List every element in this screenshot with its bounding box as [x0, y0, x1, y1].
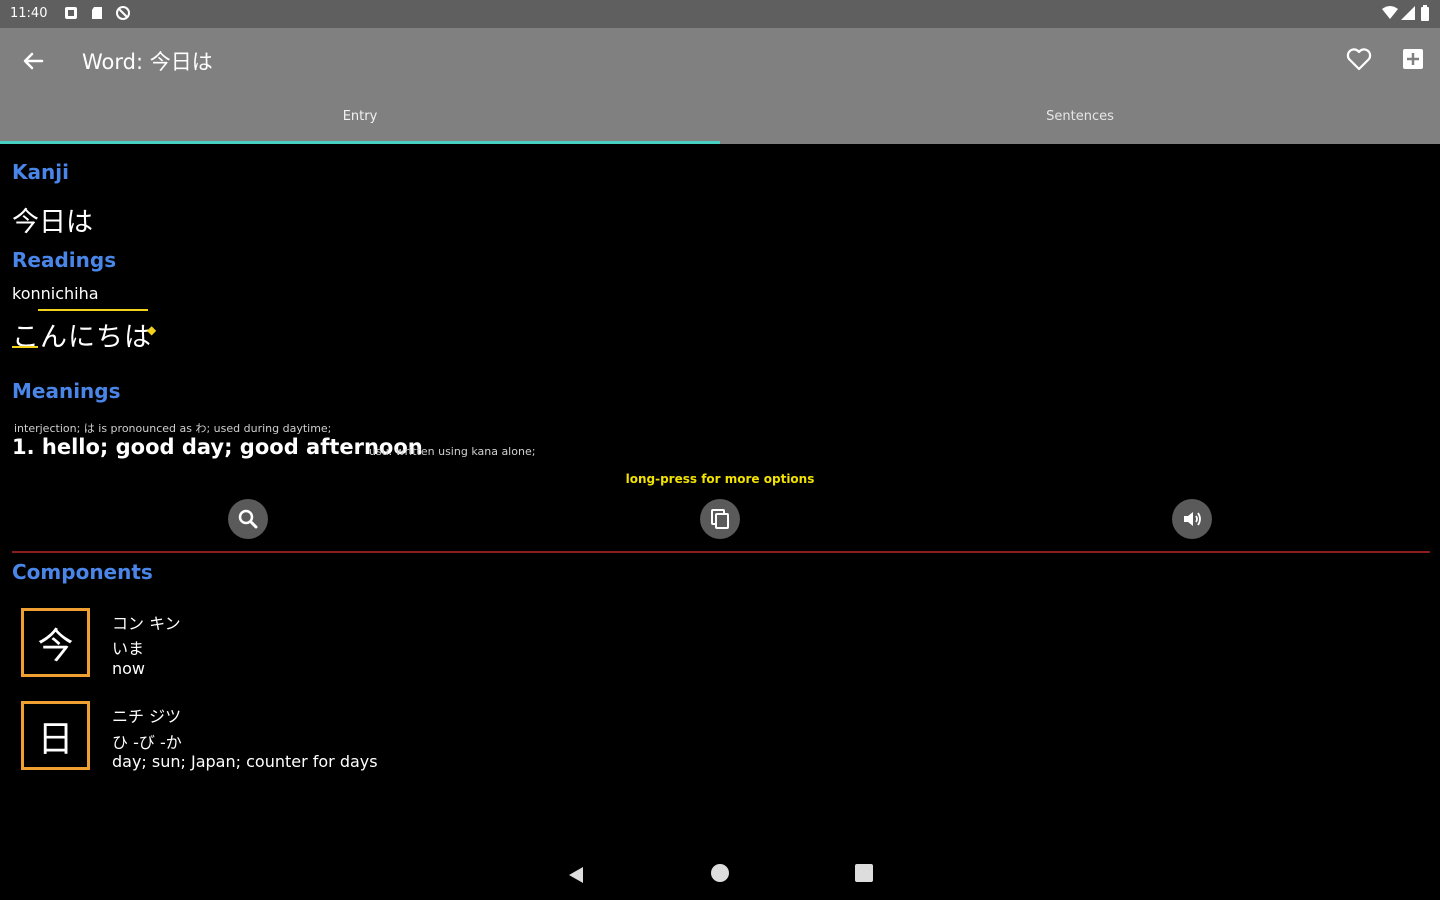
components-heading: Components — [12, 560, 153, 584]
wifi-icon — [1382, 6, 1398, 19]
tab-sentences[interactable]: Sentences — [720, 98, 1440, 144]
component-kanji-box[interactable]: 日 — [21, 701, 90, 770]
copy-icon — [711, 509, 729, 529]
long-press-hint: long-press for more options — [625, 472, 815, 486]
nav-home-icon[interactable] — [711, 864, 729, 882]
app-bar: Word: 今日は Entry Sentences — [0, 28, 1440, 144]
add-to-list-icon[interactable] — [1398, 44, 1428, 74]
page-title: Word: 今日は — [82, 50, 213, 74]
copy-button[interactable] — [700, 499, 740, 539]
pitch-accent-low-line — [12, 346, 38, 348]
tab-sentences-label: Sentences — [1046, 109, 1114, 124]
meaning-part-of-speech: interjection; は is pronounced as わ; used… — [14, 422, 332, 435]
pitch-drop-icon: ◆ — [147, 323, 157, 337]
reading-romaji: konnichiha — [12, 284, 99, 303]
kanji-heading: Kanji — [12, 160, 69, 184]
search-button[interactable] — [228, 499, 268, 539]
cell-signal-icon — [1401, 6, 1415, 20]
component-meaning: day; sun; Japan; counter for days — [112, 752, 378, 771]
readings-heading: Readings — [12, 248, 117, 272]
component-kanji-box[interactable]: 今 — [21, 608, 90, 677]
screen: 11:40 Word: 今日は Entry Sentences Kanji 今日… — [0, 0, 1440, 900]
component-kun-reading: いま — [112, 639, 145, 658]
speaker-icon — [1184, 512, 1201, 526]
reading-kana[interactable]: こんにちは — [12, 315, 152, 354]
battery-icon — [1421, 5, 1429, 21]
tab-entry-label: Entry — [342, 109, 378, 124]
tab-entry[interactable]: Entry — [0, 98, 720, 144]
nav-back-icon[interactable] — [565, 864, 587, 886]
status-time: 11:40 — [10, 6, 48, 21]
do-not-disturb-icon — [116, 6, 130, 20]
speak-button[interactable] — [1172, 499, 1212, 539]
favorite-heart-icon[interactable] — [1344, 44, 1374, 74]
meaning-usage-note: usu. written using kana alone; — [369, 445, 536, 458]
pitch-accent-high-line — [38, 309, 148, 311]
component-on-reading: ニチ ジツ — [112, 707, 182, 726]
section-divider — [12, 551, 1430, 553]
search-icon — [238, 509, 258, 529]
component-kun-reading: ひ -び -か — [112, 733, 182, 752]
kanji-value[interactable]: 今日は — [12, 200, 93, 239]
tab-bar: Entry Sentences — [0, 98, 1440, 144]
component-meaning: now — [112, 659, 146, 678]
tab-indicator — [0, 141, 720, 144]
meanings-heading: Meanings — [12, 379, 121, 403]
back-arrow-icon[interactable] — [16, 44, 50, 78]
notification-icon — [65, 7, 77, 19]
nav-recents-icon[interactable] — [855, 864, 873, 882]
sd-card-icon — [92, 7, 102, 19]
component-on-reading: コン キン — [112, 614, 181, 633]
meaning-text[interactable]: 1. hello; good day; good afternoon — [12, 435, 423, 459]
status-bar: 11:40 — [0, 0, 1440, 28]
